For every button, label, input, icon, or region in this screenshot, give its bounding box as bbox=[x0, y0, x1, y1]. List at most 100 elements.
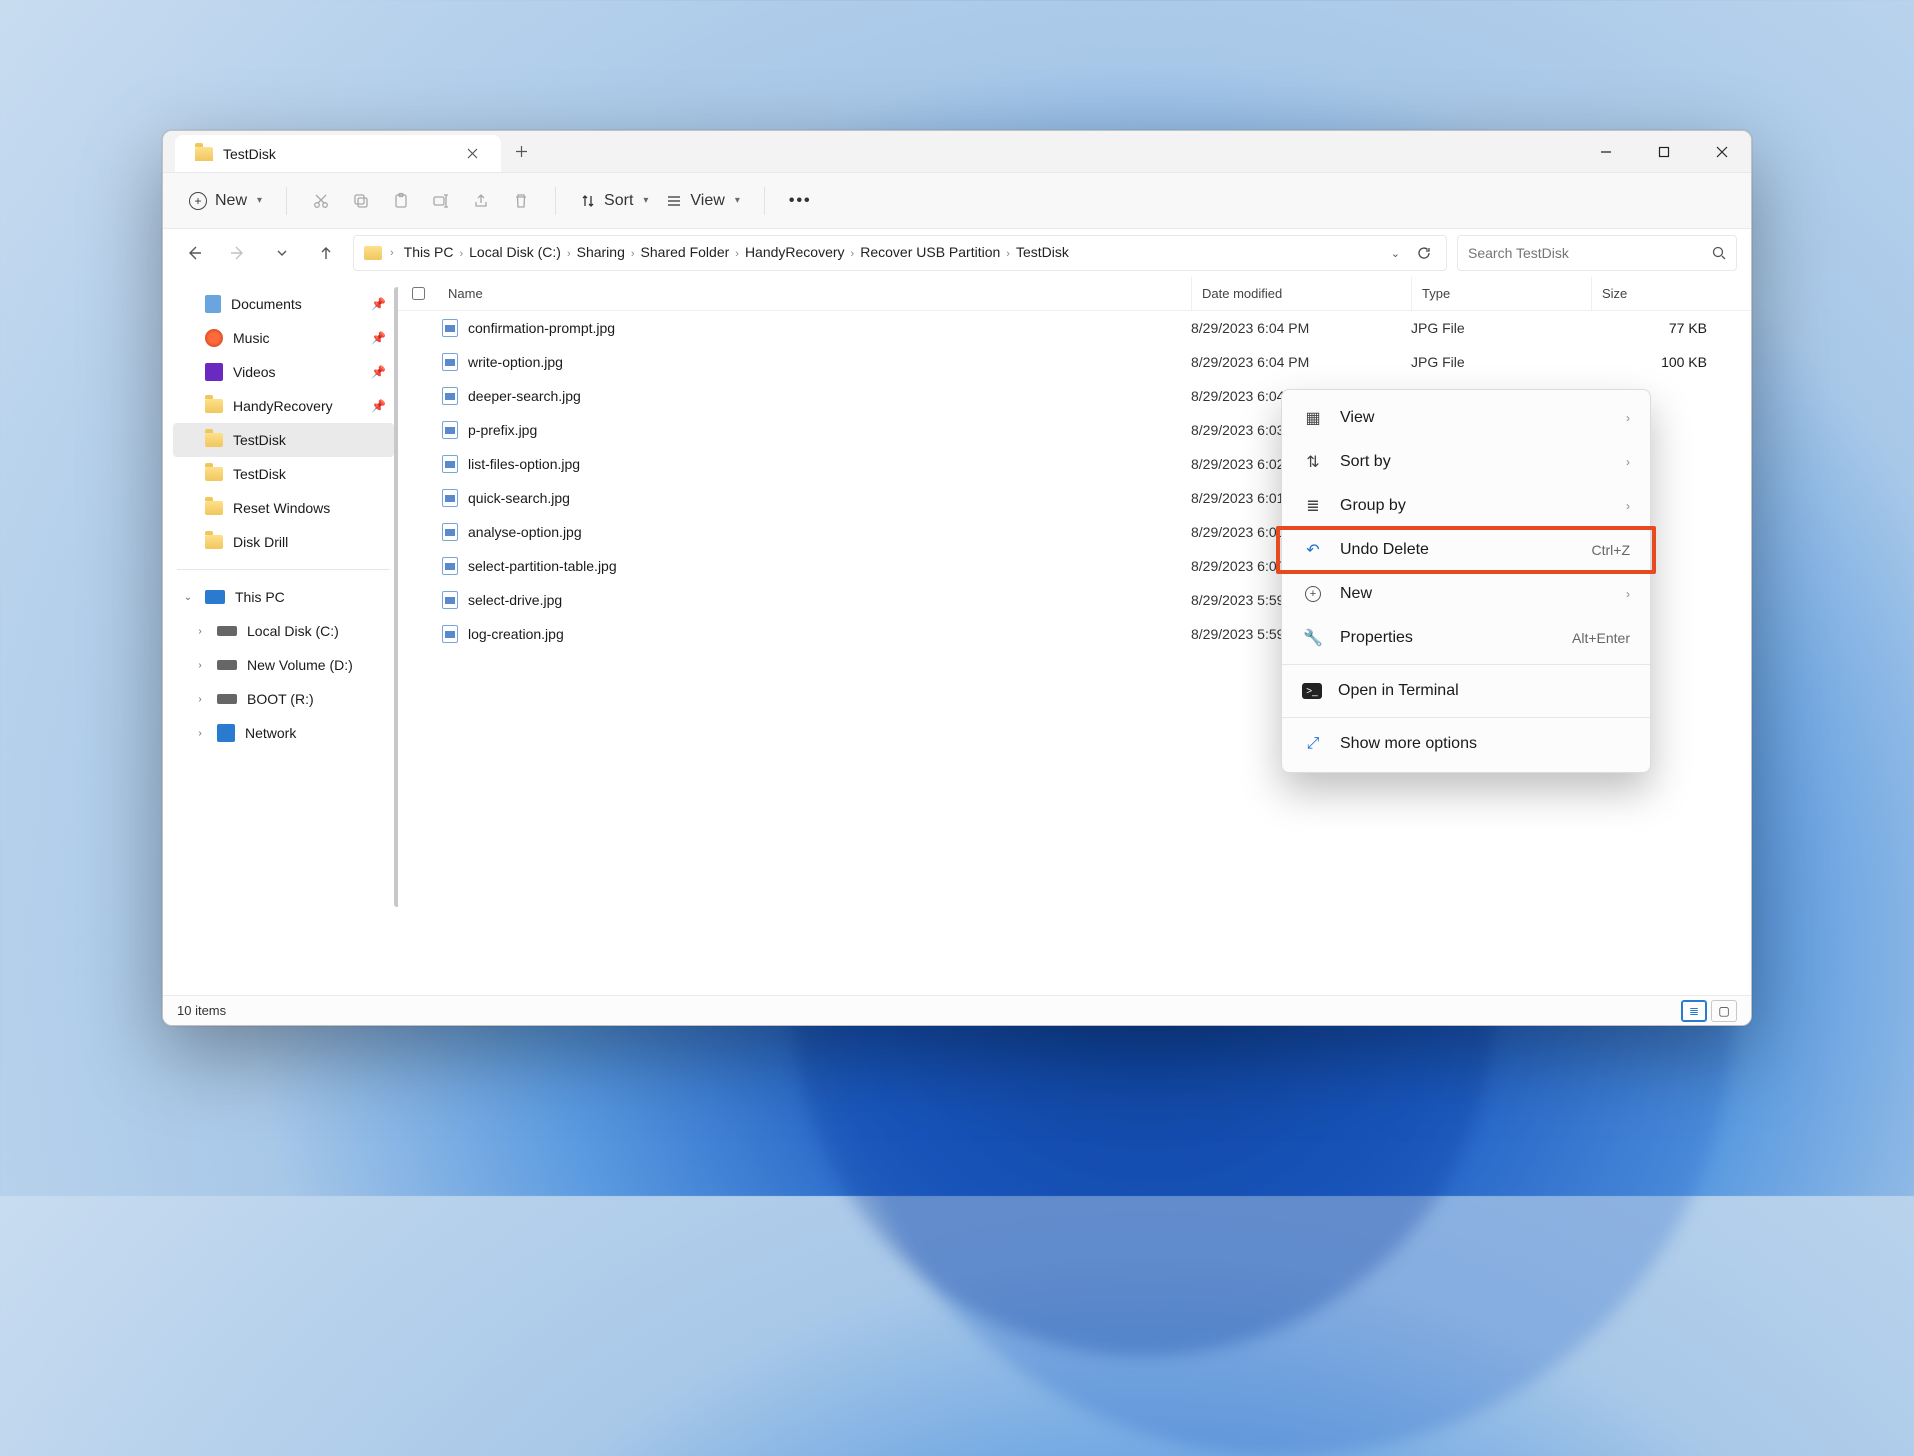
up-button[interactable] bbox=[309, 236, 343, 270]
column-name[interactable]: Name bbox=[438, 277, 1191, 310]
sidebar-item-label: TestDisk bbox=[233, 466, 286, 482]
file-type: JPG File bbox=[1411, 354, 1591, 370]
ctx-undo-delete[interactable]: ↶Undo DeleteCtrl+Z bbox=[1282, 528, 1650, 572]
breadcrumb-segment[interactable]: HandyRecovery bbox=[739, 240, 851, 264]
chevron-down-icon: ▾ bbox=[735, 195, 740, 206]
sidebar-item[interactable]: ›New Volume (D:) bbox=[173, 648, 394, 682]
column-size[interactable]: Size bbox=[1591, 277, 1731, 310]
video-icon bbox=[205, 363, 223, 381]
tab-active[interactable]: TestDisk bbox=[175, 135, 501, 172]
ctx-more-options[interactable]: ⤢Show more options bbox=[1282, 722, 1650, 766]
cut-button[interactable] bbox=[303, 183, 339, 219]
sidebar-item[interactable]: Music📌 bbox=[173, 321, 394, 355]
file-size: 77 KB bbox=[1591, 320, 1731, 336]
file-name: write-option.jpg bbox=[468, 354, 563, 370]
ctx-shortcut: Alt+Enter bbox=[1572, 630, 1630, 646]
file-icon bbox=[442, 421, 458, 439]
sort-icon bbox=[580, 193, 596, 209]
file-row[interactable]: write-option.jpg8/29/2023 6:04 PMJPG Fil… bbox=[398, 345, 1751, 379]
folder-icon bbox=[205, 467, 223, 481]
doc-icon bbox=[205, 295, 221, 313]
pin-icon: 📌 bbox=[371, 331, 386, 345]
sidebar-item[interactable]: ›Network bbox=[173, 716, 394, 750]
pc-icon bbox=[205, 590, 225, 604]
new-tab-button[interactable] bbox=[501, 131, 541, 172]
file-explorer-window: TestDisk + New ▾ bbox=[162, 130, 1752, 1026]
sidebar-item-label: Disk Drill bbox=[233, 534, 288, 550]
ctx-group[interactable]: ≣Group by› bbox=[1282, 484, 1650, 528]
sidebar-item-label: This PC bbox=[235, 589, 285, 605]
file-row[interactable]: confirmation-prompt.jpg8/29/2023 6:04 PM… bbox=[398, 311, 1751, 345]
view-button[interactable]: View ▾ bbox=[658, 183, 747, 219]
ctx-sort[interactable]: ⇅Sort by› bbox=[1282, 440, 1650, 484]
toolbar-separator bbox=[286, 187, 287, 215]
file-icon bbox=[442, 455, 458, 473]
sidebar-item[interactable]: Reset Windows bbox=[173, 491, 394, 525]
view-icons-toggle[interactable]: ▢ bbox=[1711, 1000, 1737, 1022]
file-name: list-files-option.jpg bbox=[468, 456, 580, 472]
back-button[interactable] bbox=[177, 236, 211, 270]
sidebar-this-pc[interactable]: ⌄ This PC bbox=[173, 580, 394, 614]
share-button[interactable] bbox=[463, 183, 499, 219]
sort-icon: ⇅ bbox=[1302, 451, 1324, 473]
paste-button[interactable] bbox=[383, 183, 419, 219]
file-icon bbox=[442, 387, 458, 405]
copy-button[interactable] bbox=[343, 183, 379, 219]
sidebar-item-label: HandyRecovery bbox=[233, 398, 333, 414]
chevron-down-icon: ▾ bbox=[643, 195, 648, 206]
sort-button[interactable]: Sort ▾ bbox=[572, 183, 656, 219]
refresh-button[interactable] bbox=[1408, 245, 1440, 261]
sidebar-item[interactable]: ›BOOT (R:) bbox=[173, 682, 394, 716]
breadcrumb-segment[interactable]: TestDisk bbox=[1010, 240, 1075, 264]
ctx-terminal[interactable]: >_Open in Terminal bbox=[1282, 669, 1650, 713]
sidebar-item[interactable]: ›Local Disk (C:) bbox=[173, 614, 394, 648]
tab-close-button[interactable] bbox=[457, 139, 487, 169]
address-bar[interactable]: › This PC›Local Disk (C:)›Sharing›Shared… bbox=[353, 235, 1447, 271]
list-icon bbox=[666, 193, 682, 209]
ctx-properties[interactable]: 🔧PropertiesAlt+Enter bbox=[1282, 616, 1650, 660]
ctx-separator bbox=[1282, 664, 1650, 665]
rename-button[interactable] bbox=[423, 183, 459, 219]
column-type[interactable]: Type bbox=[1411, 277, 1591, 310]
recent-button[interactable] bbox=[265, 236, 299, 270]
sidebar-item[interactable]: Documents📌 bbox=[173, 287, 394, 321]
column-date[interactable]: Date modified bbox=[1191, 277, 1411, 310]
sidebar-item[interactable]: Videos📌 bbox=[173, 355, 394, 389]
select-all-checkbox[interactable] bbox=[412, 287, 425, 300]
close-button[interactable] bbox=[1693, 131, 1751, 172]
search-box[interactable] bbox=[1457, 235, 1737, 271]
search-input[interactable] bbox=[1468, 245, 1704, 261]
ctx-new[interactable]: +New› bbox=[1282, 572, 1650, 616]
breadcrumb-segment[interactable]: Shared Folder bbox=[635, 240, 736, 264]
breadcrumb-segment[interactable]: Sharing bbox=[571, 240, 631, 264]
breadcrumb-segment[interactable]: Local Disk (C:) bbox=[463, 240, 567, 264]
file-icon bbox=[442, 557, 458, 575]
chevron-down-icon: ⌄ bbox=[181, 592, 195, 603]
delete-button[interactable] bbox=[503, 183, 539, 219]
sidebar-item[interactable]: HandyRecovery📌 bbox=[173, 389, 394, 423]
folder-icon bbox=[195, 147, 213, 161]
maximize-button[interactable] bbox=[1635, 131, 1693, 172]
breadcrumb-segment[interactable]: Recover USB Partition bbox=[854, 240, 1006, 264]
drive-icon bbox=[217, 694, 237, 704]
column-headers: Name Date modified Type Size bbox=[398, 277, 1751, 311]
sidebar-item-label: Local Disk (C:) bbox=[247, 623, 339, 639]
forward-button[interactable] bbox=[221, 236, 255, 270]
sidebar: Documents📌Music📌Videos📌HandyRecovery📌Tes… bbox=[163, 277, 398, 995]
minimize-button[interactable] bbox=[1577, 131, 1635, 172]
sidebar-item[interactable]: Disk Drill bbox=[173, 525, 394, 559]
breadcrumb-segment[interactable]: This PC bbox=[398, 240, 460, 264]
sidebar-item[interactable]: TestDisk bbox=[173, 423, 394, 457]
toolbar: + New ▾ Sort ▾ View ▾ ••• bbox=[163, 173, 1751, 229]
sidebar-item[interactable]: TestDisk bbox=[173, 457, 394, 491]
status-text: 10 items bbox=[177, 1003, 226, 1018]
ctx-view[interactable]: ▦View› bbox=[1282, 396, 1650, 440]
view-details-toggle[interactable]: ≣ bbox=[1681, 1000, 1707, 1022]
new-button[interactable]: + New ▾ bbox=[181, 183, 270, 219]
more-button[interactable]: ••• bbox=[781, 183, 820, 219]
toolbar-separator bbox=[555, 187, 556, 215]
sidebar-item-label: New Volume (D:) bbox=[247, 657, 353, 673]
drive-icon bbox=[217, 626, 237, 636]
sidebar-item-label: TestDisk bbox=[233, 432, 286, 448]
chevron-down-icon[interactable]: ⌄ bbox=[1391, 247, 1400, 260]
